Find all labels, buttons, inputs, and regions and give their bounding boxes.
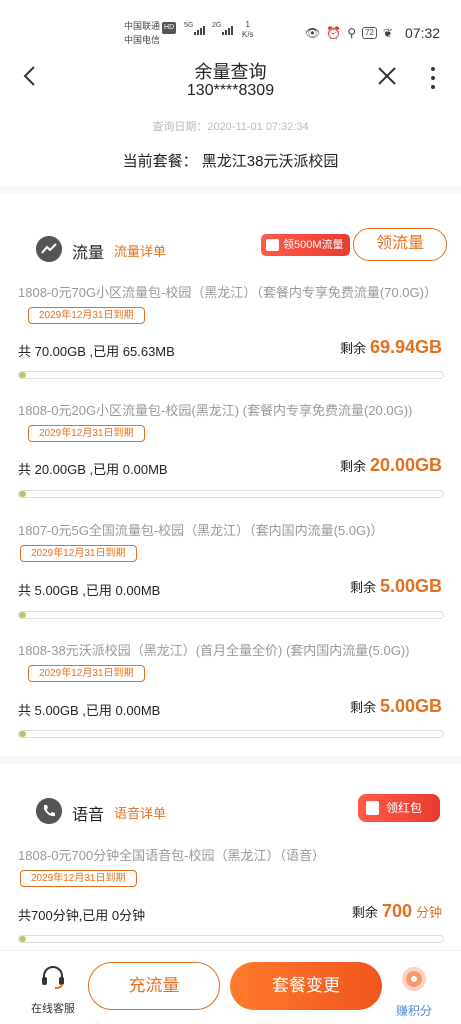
headset-icon bbox=[42, 966, 64, 989]
signal-type-1: 5G bbox=[184, 22, 194, 29]
earn-points-button[interactable]: 赚积分 bbox=[386, 965, 442, 1019]
plan-change-button[interactable]: 套餐变更 bbox=[230, 962, 382, 1010]
usage-text: 共700分钟,已用 0分钟 bbox=[18, 908, 146, 923]
remaining-amount: 剩余 5.00GB bbox=[350, 696, 442, 717]
remaining-amount: 剩余 700 分钟 bbox=[352, 901, 442, 922]
remaining-amount: 剩余 69.94GB bbox=[340, 337, 442, 358]
data-section-title: 流量 bbox=[72, 245, 105, 262]
usage-text: 共 70.00GB ,已用 65.63MB bbox=[18, 344, 175, 359]
bottom-action-bar: 在线客服 充流量 套餐变更 赚积分 bbox=[0, 950, 461, 1024]
remain-value: 5.00GB bbox=[379, 696, 442, 716]
usage-progress-bar bbox=[18, 935, 444, 943]
location-icon: ⚲ bbox=[347, 26, 356, 40]
leaf-icon: ❦ bbox=[382, 26, 393, 40]
usage-text: 共 5.00GB ,已用 0.00MB bbox=[18, 583, 161, 598]
usage-progress-fill bbox=[19, 612, 26, 618]
data-item: 1808-0元70G小区流量包-校园（黑龙江）（套餐内专享免费流量(70.0G)… bbox=[18, 282, 444, 382]
remain-label: 剩余 bbox=[349, 700, 376, 715]
voice-item: 1808-0元700分钟全国语音包-校园（黑龙江）（语音） 2029年12月31日… bbox=[18, 845, 444, 945]
recharge-data-button[interactable]: 充流量 bbox=[88, 962, 220, 1010]
signal-bars-1-icon bbox=[194, 26, 205, 35]
remain-label: 剩余 bbox=[349, 580, 376, 595]
expire-badge: 2029年12月31日到期 bbox=[28, 307, 145, 324]
red-packet-label: 领红包 bbox=[386, 801, 423, 815]
usage-progress-bar bbox=[18, 490, 444, 498]
hd-badge: HD bbox=[162, 22, 177, 34]
remain-value: 5.00GB bbox=[379, 576, 442, 596]
battery-icon: 72 bbox=[361, 27, 377, 39]
item-name: 1808-38元沃派校园（黑龙江）(首月全量全价) (套内国内流量(5.0G)) bbox=[18, 643, 410, 658]
carrier-2: 中国电信 bbox=[124, 35, 161, 45]
data-detail-link[interactable]: 流量详单 bbox=[114, 241, 166, 260]
phone-icon bbox=[36, 798, 62, 824]
eye-icon: 👁 bbox=[305, 26, 321, 40]
more-options-icon[interactable] bbox=[424, 66, 442, 90]
alarm-icon: ⏰ bbox=[326, 26, 342, 40]
earn-points-label: 赚积分 bbox=[395, 1004, 432, 1018]
item-name: 1807-0元5G全国流量包-校园（黑龙江）（套内国内流量(5.0G)） bbox=[18, 523, 384, 538]
data-item: 1807-0元5G全国流量包-校园（黑龙江）（套内国内流量(5.0G)） 2029… bbox=[18, 520, 444, 620]
item-name: 1808-0元700分钟全国语音包-校园（黑龙江）（语音） bbox=[18, 848, 325, 863]
usage-progress-bar bbox=[18, 611, 444, 619]
speed-unit: K/s bbox=[242, 30, 254, 39]
usage-text: 共 5.00GB ,已用 0.00MB bbox=[18, 703, 161, 718]
close-icon[interactable] bbox=[377, 66, 397, 86]
remain-value: 69.94GB bbox=[369, 337, 442, 357]
trend-icon bbox=[36, 236, 62, 262]
expire-badge: 2029年12月31日到期 bbox=[28, 425, 145, 442]
online-service-label: 在线客服 bbox=[31, 1003, 75, 1015]
points-icon bbox=[402, 967, 426, 991]
status-icons: 👁 ⏰ ⚲ 72 ❦ bbox=[305, 26, 393, 40]
expire-badge: 2029年12月31日到期 bbox=[20, 545, 137, 562]
remain-unit: 分钟 bbox=[415, 905, 442, 920]
claim-data-button[interactable]: 领流量 bbox=[353, 228, 447, 261]
claim-500m-badge[interactable]: 领500M流量 bbox=[261, 234, 350, 256]
item-name: 1808-0元70G小区流量包-校园（黑龙江）（套餐内专享免费流量(70.0G)… bbox=[18, 285, 437, 300]
data-item: 1808-0元20G小区流量包-校园(黑龙江) (套餐内专享免费流量(20.0G… bbox=[18, 400, 444, 500]
claim-500m-label: 领500M流量 bbox=[283, 239, 344, 251]
signal-bars-2-icon bbox=[222, 26, 233, 35]
remain-value: 20.00GB bbox=[369, 455, 442, 475]
signal-type-2: 2G bbox=[212, 22, 222, 29]
remain-label: 剩余 bbox=[339, 341, 366, 356]
usage-text: 共 20.00GB ,已用 0.00MB bbox=[18, 462, 168, 477]
remain-value: 700 bbox=[381, 901, 412, 921]
section-divider bbox=[0, 186, 461, 194]
data-item: 1808-38元沃派校园（黑龙江）(首月全量全价) (套内国内流量(5.0G))… bbox=[18, 640, 444, 740]
data-section-header: 流量 流量详单 领500M流量 领流量 bbox=[0, 228, 461, 268]
remaining-amount: 剩余 5.00GB bbox=[350, 576, 442, 597]
usage-progress-fill bbox=[19, 491, 26, 497]
carrier-info: 中国联通 HD 中国电信 bbox=[124, 20, 177, 46]
carrier-1: 中国联通 bbox=[124, 21, 161, 31]
usage-progress-bar bbox=[18, 730, 444, 738]
remain-label: 剩余 bbox=[339, 459, 366, 474]
remaining-amount: 剩余 20.00GB bbox=[340, 455, 442, 476]
expire-badge: 2029年12月31日到期 bbox=[20, 870, 137, 887]
voice-detail-link[interactable]: 语音详单 bbox=[114, 803, 166, 822]
expire-badge: 2029年12月31日到期 bbox=[28, 665, 145, 682]
usage-progress-fill bbox=[19, 372, 26, 378]
status-bar: 中国联通 HD 中国电信 5G 2G 1 K/s 👁 ⏰ ⚲ 72 ❦ 07:32 bbox=[0, 0, 461, 52]
network-speed: 1 K/s bbox=[242, 20, 254, 40]
query-date: 查询日期：2020-11-01 07:32:34 bbox=[152, 121, 309, 133]
gift-card-icon bbox=[266, 239, 279, 251]
section-divider bbox=[0, 756, 461, 764]
usage-progress-fill bbox=[19, 936, 26, 942]
usage-progress-bar bbox=[18, 371, 444, 379]
red-packet-badge[interactable]: 领红包 bbox=[358, 794, 440, 822]
item-name: 1808-0元20G小区流量包-校园(黑龙江) (套餐内专享免费流量(20.0G… bbox=[18, 403, 413, 418]
voice-section-title: 语音 bbox=[72, 807, 105, 824]
usage-progress-fill bbox=[19, 731, 26, 737]
clock: 07:32 bbox=[405, 25, 441, 41]
red-packet-icon bbox=[366, 801, 379, 815]
speed-value: 1 bbox=[245, 20, 250, 29]
remain-label: 剩余 bbox=[351, 905, 378, 920]
voice-section-header: 语音 语音详单 领红包 bbox=[0, 790, 461, 830]
current-plan: 当前套餐： 黑龙江38元沃派校园 bbox=[122, 153, 339, 170]
online-service-button[interactable]: 在线客服 bbox=[22, 965, 84, 1016]
